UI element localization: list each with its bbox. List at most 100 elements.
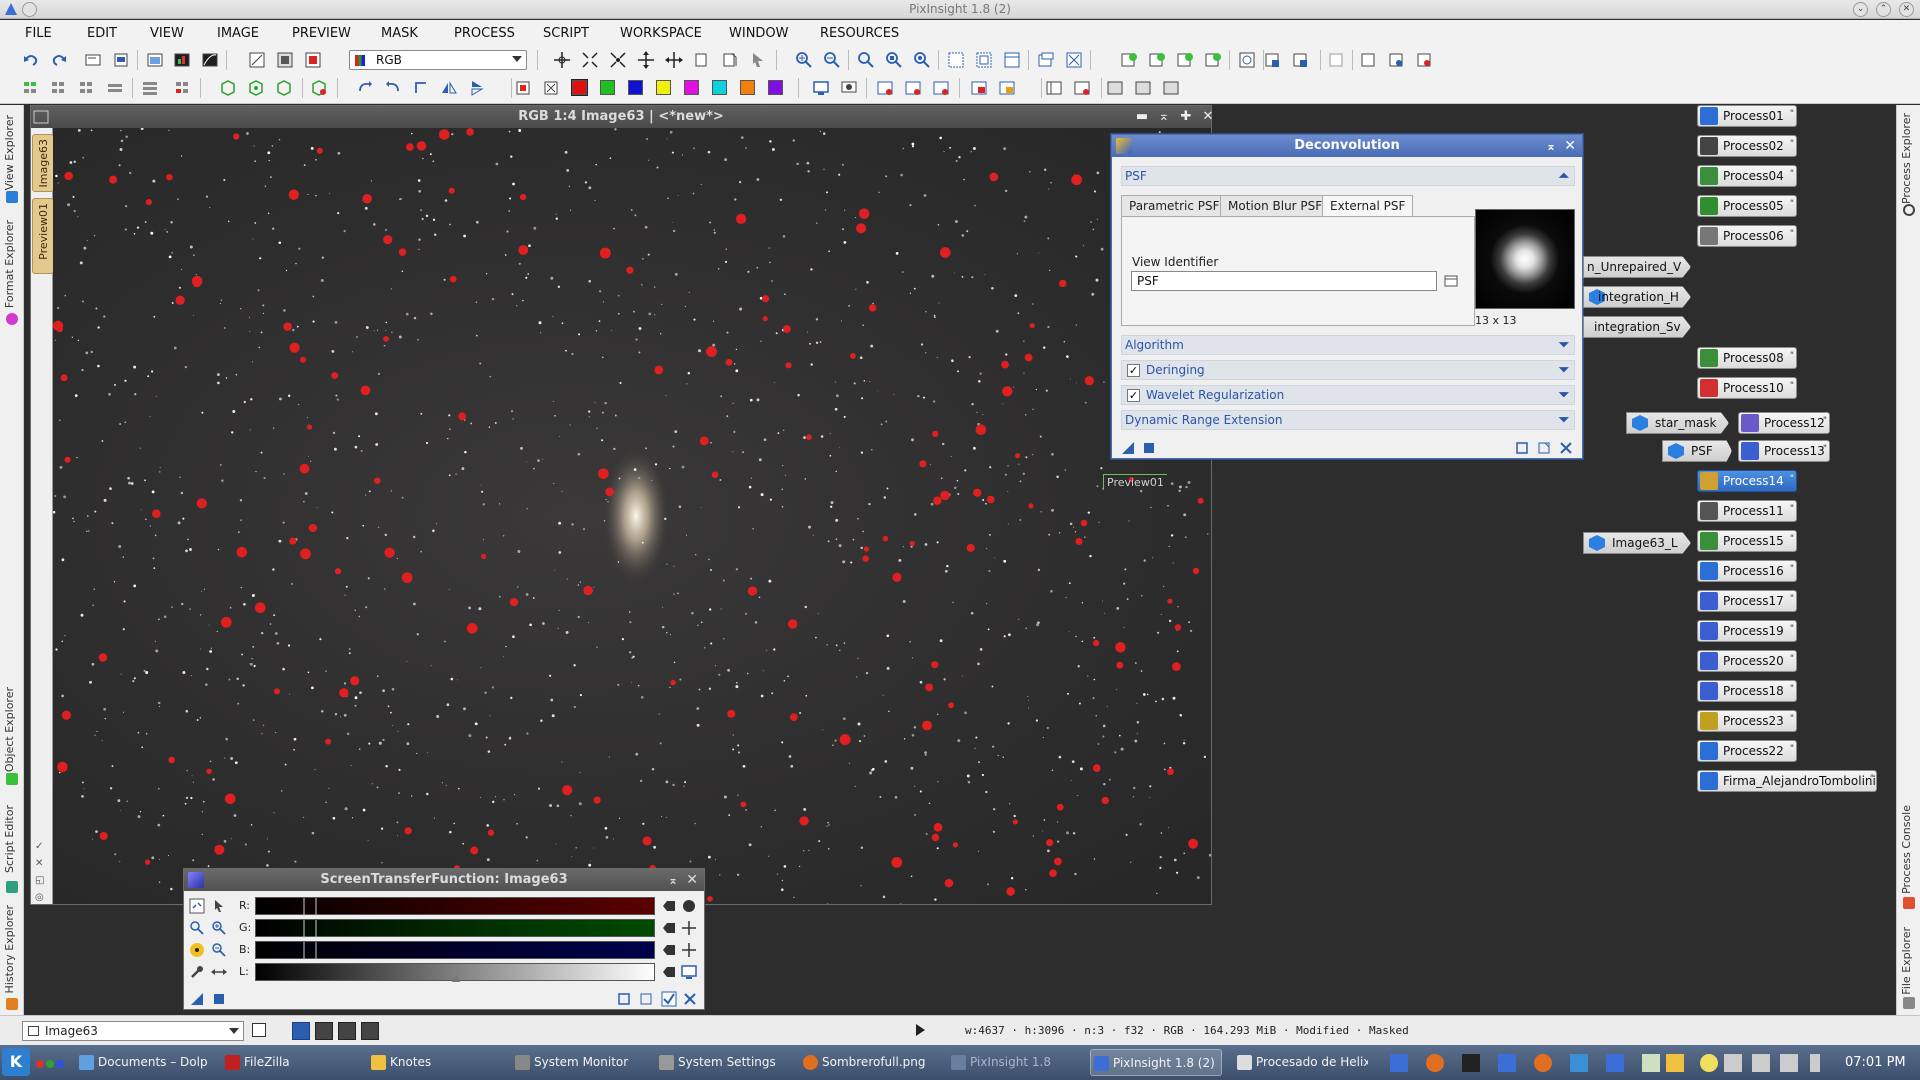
link-channels-icon[interactable]	[189, 898, 205, 914]
menu-workspace[interactable]: WORKSPACE	[620, 26, 702, 41]
mask-color-icon[interactable]	[514, 79, 532, 97]
screen-transfer-icon[interactable]	[1238, 51, 1256, 69]
terminal-icon[interactable]	[1462, 1054, 1480, 1072]
process-icon-process18[interactable]: Process18 "	[1697, 680, 1797, 702]
close-button[interactable]: ✕	[1899, 2, 1914, 17]
restore-window-icon[interactable]	[975, 51, 993, 69]
process-02-icon[interactable]	[1148, 51, 1166, 69]
task-procesado[interactable]: Procesado de Helix	[1234, 1049, 1368, 1076]
stf-slider-b[interactable]	[255, 941, 655, 960]
process-icon-handle-icon[interactable]: "	[1790, 649, 1794, 669]
view-4-icon[interactable]	[970, 79, 988, 97]
process-icon-process14[interactable]: Process14 "	[1697, 470, 1797, 492]
apply-global-icon[interactable]	[212, 992, 226, 1006]
window-3-icon[interactable]	[1106, 79, 1124, 97]
close-icon[interactable]: ✕	[1200, 109, 1216, 125]
process-icon-process11[interactable]: Process11 "	[1697, 500, 1797, 522]
process-04-icon[interactable]	[1204, 51, 1222, 69]
track-view-icon[interactable]	[1327, 51, 1345, 69]
move-icon[interactable]	[681, 920, 697, 936]
grid-1-icon[interactable]	[22, 79, 40, 97]
dynamic-range-section-header[interactable]: Dynamic Range Extension ⏷	[1121, 410, 1575, 430]
task-pixinsight[interactable]: PixInsight 1.8	[948, 1049, 1078, 1076]
new-image-icon[interactable]	[84, 51, 102, 69]
window-2-icon[interactable]	[1073, 79, 1091, 97]
network-icon[interactable]	[1780, 1054, 1798, 1072]
close-icon[interactable]: ✕	[686, 869, 698, 891]
process-icon-process02[interactable]: Process02 "	[1697, 135, 1797, 157]
curves-icon[interactable]	[201, 51, 219, 69]
minimize-button[interactable]: ⌄	[1853, 2, 1868, 17]
task-system-settings[interactable]: System Settings	[656, 1049, 786, 1076]
stf-slider-r[interactable]	[255, 897, 655, 916]
dock-icon[interactable]: ◱	[35, 872, 44, 889]
process-icon-process15[interactable]: Process15 "	[1697, 530, 1797, 552]
tray-expand-icon[interactable]	[1810, 1054, 1820, 1072]
stf-slider-l[interactable]	[255, 963, 655, 982]
menu-process[interactable]: PROCESS	[454, 26, 515, 41]
pointer-icon[interactable]	[749, 51, 767, 69]
tile-icon[interactable]	[1003, 51, 1021, 69]
zoom-in-icon[interactable]	[189, 920, 205, 936]
menu-file[interactable]: FILE	[25, 26, 52, 41]
firefox-launcher-2-icon[interactable]	[1534, 1054, 1552, 1072]
process-icon-process01[interactable]: Process01 "	[1697, 105, 1797, 127]
view-option-icon[interactable]	[252, 1023, 266, 1037]
window-1-icon[interactable]	[1045, 79, 1063, 97]
history-first-icon[interactable]	[1359, 51, 1377, 69]
view-identifier-input[interactable]: PSF	[1131, 271, 1437, 291]
tab-history-explorer[interactable]: History Explorer	[3, 905, 16, 993]
edit-preview-icon[interactable]	[693, 51, 711, 69]
task-system-monitor[interactable]: System Monitor	[512, 1049, 642, 1076]
fit-window-icon[interactable]	[947, 51, 965, 69]
task-knotes[interactable]: Knotes	[368, 1049, 498, 1076]
process-icon-handle-icon[interactable]: "	[1790, 346, 1794, 366]
process-icon-process20[interactable]: Process20 "	[1697, 650, 1797, 672]
process-icon-process10[interactable]: Process10 "	[1697, 377, 1797, 399]
process-icon-handle-icon[interactable]: "	[1790, 619, 1794, 639]
view-icon-integration-h[interactable]: integration_H	[1583, 286, 1691, 308]
image-window[interactable]: RGB 1:4 Image63 | <*new*> ▬ ⌅ ✚ ✕ Image6…	[30, 105, 1213, 906]
zoom-mode-icon[interactable]	[581, 51, 599, 69]
new-instance-icon[interactable]	[1121, 441, 1135, 455]
menu-preview[interactable]: PREVIEW	[292, 26, 351, 41]
layout-1-icon[interactable]	[292, 1022, 310, 1040]
select-view-icon[interactable]	[1443, 273, 1459, 289]
rotate-180-icon[interactable]	[412, 79, 430, 97]
shape-4-icon[interactable]	[310, 79, 328, 97]
redo-icon[interactable]	[50, 51, 68, 69]
menu-mask[interactable]: MASK	[381, 26, 418, 41]
image-window-icon[interactable]	[146, 51, 164, 69]
move-mode-icon[interactable]	[637, 51, 655, 69]
process-icon-handle-icon[interactable]: "	[1790, 104, 1794, 124]
view-1-icon[interactable]	[876, 79, 894, 97]
play-icon[interactable]	[916, 1024, 925, 1036]
menu-window[interactable]: WINDOW	[729, 26, 789, 41]
link-icon[interactable]	[1263, 51, 1281, 69]
shape-3-icon[interactable]	[275, 79, 293, 97]
zoom-out-icon[interactable]	[823, 51, 841, 69]
reset-channel-icon[interactable]	[661, 920, 677, 936]
reset-icon[interactable]	[1537, 441, 1551, 455]
unlink-icon[interactable]	[1291, 51, 1309, 69]
reset-icon[interactable]	[639, 992, 653, 1006]
pixinsight-launcher-icon[interactable]	[1390, 1054, 1408, 1072]
grid-4-icon[interactable]	[106, 79, 124, 97]
deringing-checkbox[interactable]: ✓	[1127, 364, 1140, 377]
process-icon-handle-icon[interactable]: "	[1790, 559, 1794, 579]
violet-channel-button[interactable]	[768, 80, 783, 95]
pixinsight-launcher-2-icon[interactable]	[1498, 1054, 1516, 1072]
maximize-icon[interactable]: ✚	[1178, 109, 1194, 125]
apply-check-icon[interactable]	[661, 991, 677, 1007]
apply-global-icon[interactable]	[1142, 441, 1156, 455]
menu-resources[interactable]: RESOURCES	[820, 26, 899, 41]
apply-icon[interactable]	[1559, 441, 1573, 455]
shape-2-icon[interactable]	[247, 79, 265, 97]
cyan-channel-button[interactable]	[712, 80, 727, 95]
view-selector[interactable]: Image63	[22, 1021, 244, 1041]
folder-tray-icon[interactable]	[1666, 1054, 1684, 1072]
view-5-icon[interactable]	[998, 79, 1016, 97]
zoom-fit-icon[interactable]	[885, 51, 903, 69]
view-icon-n-unrepaired[interactable]: n_Unrepaired_V	[1583, 256, 1691, 278]
settings-icon[interactable]: ◎	[35, 889, 44, 906]
